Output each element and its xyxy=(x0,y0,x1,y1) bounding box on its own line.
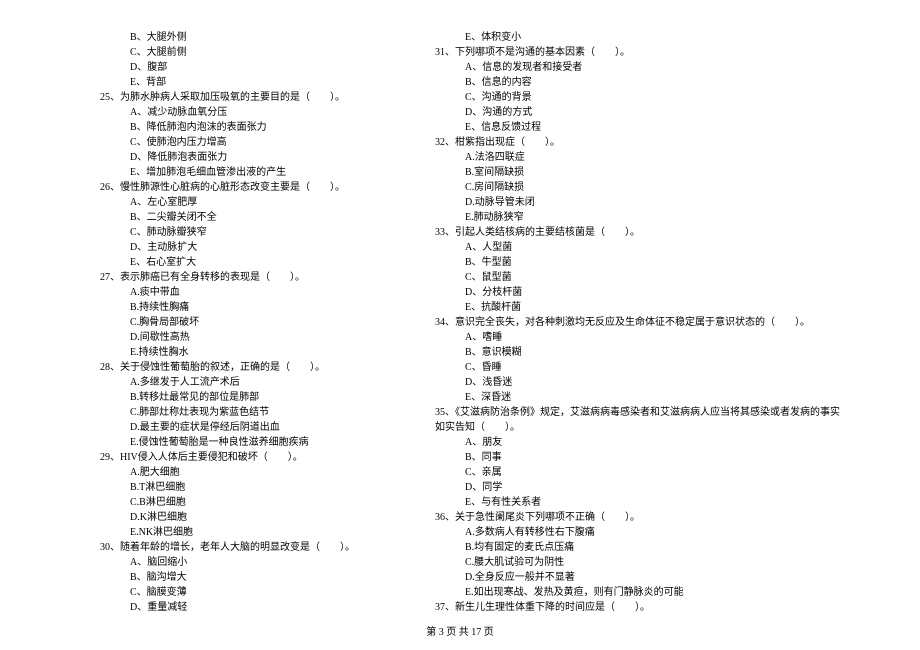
answer-option: B.T淋巴细胞 xyxy=(100,480,375,495)
answer-option: C.胸骨局部破坏 xyxy=(100,315,375,330)
answer-option: C、昏睡 xyxy=(435,360,840,375)
answer-option: C.肺部灶称灶表现为紫蓝色结节 xyxy=(100,405,375,420)
answer-option: A、脑回缩小 xyxy=(100,555,375,570)
answer-option: D、浅昏迷 xyxy=(435,375,840,390)
answer-option: B.室间隔缺损 xyxy=(435,165,840,180)
question-stem: 25、为肺水肿病人采取加压吸氧的主要目的是（ ）。 xyxy=(100,90,375,105)
answer-option: E、右心室扩大 xyxy=(100,255,375,270)
answer-option: D、同学 xyxy=(435,480,840,495)
question-stem: 29、HIV侵入人体后主要侵犯和破坏（ ）。 xyxy=(100,450,375,465)
answer-option: A、左心室肥厚 xyxy=(100,195,375,210)
question-stem: 28、关于侵蚀性葡萄胎的叙述，正确的是（ ）。 xyxy=(100,360,375,375)
answer-option: D、重量减轻 xyxy=(100,600,375,615)
answer-option: D.动脉导管未闭 xyxy=(435,195,840,210)
answer-option: A.多继发于人工流产术后 xyxy=(100,375,375,390)
question-continuation: 如实告知（ ）。 xyxy=(435,420,840,435)
question-stem: 31、下列哪项不是沟通的基本因素（ ）。 xyxy=(435,45,840,60)
question-stem: 32、柑紫指出现症（ ）。 xyxy=(435,135,840,150)
answer-option: C.房间隔缺损 xyxy=(435,180,840,195)
question-stem: 37、新生儿生理性体重下降的时间应是（ ）。 xyxy=(435,600,840,615)
answer-option: D、沟通的方式 xyxy=(435,105,840,120)
answer-option: C.腰大肌试验可为阴性 xyxy=(435,555,840,570)
page-footer: 第 3 页 共 17 页 xyxy=(0,623,920,638)
answer-option: D.K淋巴细胞 xyxy=(100,510,375,525)
answer-option: B、信息的内容 xyxy=(435,75,840,90)
answer-option: A、信息的发现者和接受者 xyxy=(435,60,840,75)
answer-option: B.转移灶最常见的部位是肺部 xyxy=(100,390,375,405)
answer-option: A、朋友 xyxy=(435,435,840,450)
answer-option: C、鼠型菌 xyxy=(435,270,840,285)
answer-option: A.肥大细胞 xyxy=(100,465,375,480)
question-stem: 34、意识完全丧失，对各种刺激均无反应及生命体征不稳定属于意识状态的（ ）。 xyxy=(435,315,840,330)
question-stem: 36、关于急性阑尾炎下列哪项不正确（ ）。 xyxy=(435,510,840,525)
answer-option: B、脑沟增大 xyxy=(100,570,375,585)
answer-option: E、深昏迷 xyxy=(435,390,840,405)
answer-option: C.B淋巴细胞 xyxy=(100,495,375,510)
answer-option: E.持续性胸水 xyxy=(100,345,375,360)
answer-option: B.均有固定的麦氏点压痛 xyxy=(435,540,840,555)
answer-option: E.侵蚀性葡萄胎是一种良性滋养细胞疾病 xyxy=(100,435,375,450)
answer-option: E.NK淋巴细胞 xyxy=(100,525,375,540)
answer-option: B、大腿外侧 xyxy=(100,30,375,45)
answer-option: B、降低肺泡内泡沫的表面张力 xyxy=(100,120,375,135)
question-stem: 26、慢性肺源性心脏病的心脏形态改变主要是（ ）。 xyxy=(100,180,375,195)
answer-option: E、体积变小 xyxy=(435,30,840,45)
answer-option: B、二尖瓣关闭不全 xyxy=(100,210,375,225)
answer-option: D.全身反应一般并不显著 xyxy=(435,570,840,585)
answer-option: B.持续性胸痛 xyxy=(100,300,375,315)
answer-option: A.法洛四联症 xyxy=(435,150,840,165)
answer-option: B、意识模糊 xyxy=(435,345,840,360)
answer-option: E、与有性关系者 xyxy=(435,495,840,510)
answer-option: E.如出现寒战、发热及黄疸，则有门静脉炎的可能 xyxy=(435,585,840,600)
answer-option: A、减少动脉血氧分压 xyxy=(100,105,375,120)
answer-option: E、增加肺泡毛细血管渗出液的产生 xyxy=(100,165,375,180)
answer-option: A、嗜睡 xyxy=(435,330,840,345)
answer-option: A.多数病人有转移性右下腹痛 xyxy=(435,525,840,540)
answer-option: C、脑膜变薄 xyxy=(100,585,375,600)
question-stem: 27、表示肺癌已有全身转移的表现是（ ）。 xyxy=(100,270,375,285)
question-stem: 35、《艾滋病防治条例》规定，艾滋病病毒感染者和艾滋病病人应当将其感染或者发病的… xyxy=(435,405,840,420)
answer-option: C、大腿前侧 xyxy=(100,45,375,60)
answer-option: E、抗酸杆菌 xyxy=(435,300,840,315)
answer-option: D.间歇性高热 xyxy=(100,330,375,345)
left-column: B、大腿外侧C、大腿前侧D、腹部E、背部25、为肺水肿病人采取加压吸氧的主要目的… xyxy=(100,30,375,620)
answer-option: D、腹部 xyxy=(100,60,375,75)
question-stem: 30、随着年龄的增长，老年人大脑的明显改变是（ ）。 xyxy=(100,540,375,555)
answer-option: D、降低肺泡表面张力 xyxy=(100,150,375,165)
answer-option: C、亲属 xyxy=(435,465,840,480)
question-stem: 33、引起人类结核病的主要结核菌是（ ）。 xyxy=(435,225,840,240)
answer-option: D、分枝杆菌 xyxy=(435,285,840,300)
answer-option: C、肺动脉瓣狭窄 xyxy=(100,225,375,240)
answer-option: D、主动脉扩大 xyxy=(100,240,375,255)
answer-option: E、信息反馈过程 xyxy=(435,120,840,135)
answer-option: B、牛型菌 xyxy=(435,255,840,270)
answer-option: E、背部 xyxy=(100,75,375,90)
answer-option: B、同事 xyxy=(435,450,840,465)
answer-option: A、人型菌 xyxy=(435,240,840,255)
answer-option: C、使肺泡内压力增高 xyxy=(100,135,375,150)
answer-option: A.痰中带血 xyxy=(100,285,375,300)
answer-option: C、沟通的背景 xyxy=(435,90,840,105)
answer-option: E.肺动脉狭窄 xyxy=(435,210,840,225)
right-column: E、体积变小31、下列哪项不是沟通的基本因素（ ）。A、信息的发现者和接受者B、… xyxy=(435,30,840,620)
answer-option: D.最主要的症状是停经后阴道出血 xyxy=(100,420,375,435)
